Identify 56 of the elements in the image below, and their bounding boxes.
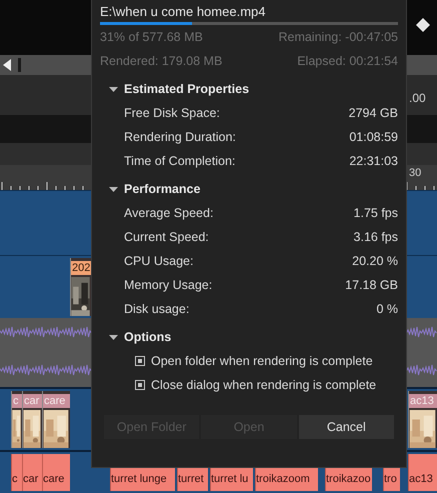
clip-label: ac13 — [409, 394, 437, 408]
clip-label: tro — [384, 473, 397, 486]
video-clip[interactable]: care — [42, 454, 70, 491]
ruler-label: 30 — [409, 167, 422, 179]
video-clip[interactable]: car — [22, 454, 42, 491]
clip-label: car — [23, 394, 42, 408]
property-value: 3.16 fps — [354, 229, 398, 246]
property-label: Memory Usage: — [124, 277, 212, 294]
property-value: 1.75 fps — [354, 205, 398, 222]
checkbox[interactable] — [135, 356, 145, 366]
clip-label: car — [23, 473, 38, 486]
clip-label: care — [43, 394, 70, 408]
progress-text: 31% of 577.68 MB — [100, 29, 203, 46]
clip-label: troikazoom — [256, 473, 310, 486]
video-clip[interactable]: c — [11, 454, 22, 491]
clip-label: troikazoo — [326, 473, 371, 486]
clip-label: ac13 — [409, 473, 433, 486]
rendered-size: Rendered: 179.08 MB — [100, 53, 222, 70]
file-name: E:\when u come homee.mp4 — [100, 4, 266, 20]
property-label: Free Disk Space: — [124, 105, 220, 122]
property-label: Rendering Duration: — [124, 129, 236, 146]
checkbox[interactable] — [135, 380, 145, 390]
property-value: 17.18 GB — [345, 277, 398, 294]
diamond-icon — [416, 18, 430, 32]
video-clip[interactable]: 202 — [70, 258, 91, 316]
video-clip[interactable]: ac13 — [408, 454, 437, 491]
clip-label: c — [12, 473, 18, 486]
property-label: Average Speed: — [124, 205, 214, 222]
property-value: 0 % — [376, 301, 398, 318]
checkbox-label[interactable]: Close dialog when rendering is complete — [151, 373, 376, 397]
remaining-time: Remaining: -00:47:05 — [278, 29, 398, 46]
clip-label: c — [12, 394, 22, 408]
scroll-thumb[interactable] — [18, 58, 21, 72]
clip-label: turret — [178, 473, 204, 486]
collapse-icon[interactable] — [109, 86, 118, 92]
property-label: Current Speed: — [124, 229, 209, 246]
property-label: CPU Usage: — [124, 253, 194, 270]
property-value: 20.20 % — [352, 253, 398, 270]
section-heading[interactable]: Estimated Properties — [124, 82, 250, 96]
property-value: 2794 GB — [348, 105, 398, 122]
clip-label: turret lu — [211, 473, 248, 486]
section-heading[interactable]: Performance — [124, 182, 200, 196]
section-heading[interactable]: Options — [124, 330, 172, 344]
clip-label: care — [43, 473, 64, 486]
dialog-button[interactable]: Cancel — [298, 415, 394, 439]
property-value: 22:31:03 — [349, 153, 398, 170]
elapsed-time: Elapsed: 00:21:54 — [297, 53, 398, 70]
property-label: Disk usage: — [124, 301, 190, 318]
property-value: 01:08:59 — [349, 129, 398, 146]
time-readout: .00 — [409, 91, 426, 105]
left-arrow-icon[interactable] — [3, 59, 11, 71]
clip-label: turret lunge — [111, 473, 167, 486]
collapse-icon[interactable] — [109, 334, 118, 340]
checkbox-label[interactable]: Open folder when rendering is complete — [151, 349, 373, 373]
clip-label: 202 — [71, 261, 91, 275]
property-label: Time of Completion: — [124, 153, 236, 170]
